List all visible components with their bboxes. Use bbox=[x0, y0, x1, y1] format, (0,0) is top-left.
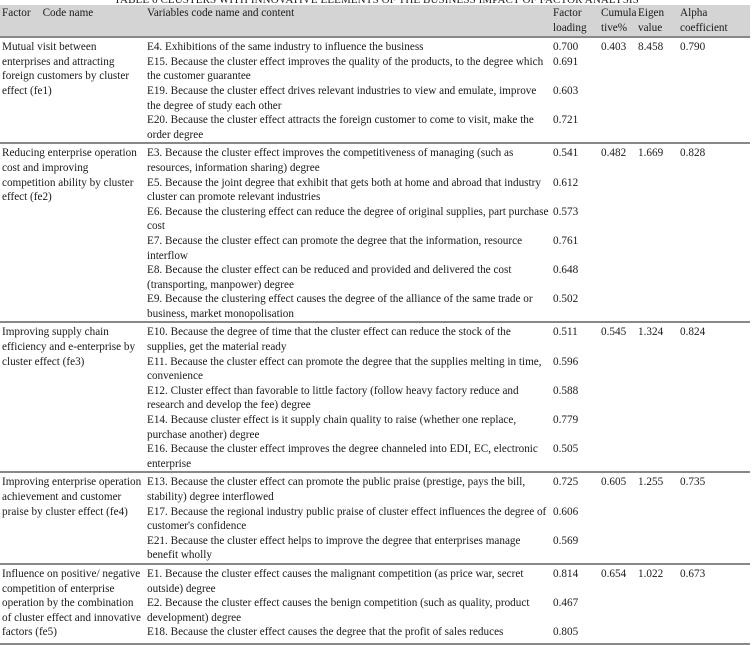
alpha-coefficient: 0.790 bbox=[680, 41, 706, 54]
variable-content: E18. Because the cluster effect causes t… bbox=[147, 626, 504, 639]
variable-content: E5. Because the joint degree that exhibi… bbox=[147, 176, 541, 204]
factor-code-name: Reducing enterprise operation cost and i… bbox=[0, 142, 145, 323]
factor-loading: 0.612 bbox=[553, 176, 579, 189]
factor-code-name: Improving enterprise operation achieveme… bbox=[0, 471, 145, 564]
alpha-coefficient: 0.735 bbox=[678, 471, 750, 564]
alpha-coefficient: 0.828 bbox=[678, 142, 750, 323]
cumulative-percent: 0.605 bbox=[599, 471, 636, 564]
header-alpha-coefficient: Alpha coefficient bbox=[678, 5, 750, 39]
factor-loading: 0.541 bbox=[551, 142, 599, 176]
variable-content: E14. Because cluster effect is it supply… bbox=[147, 414, 517, 441]
factor-loading: 0.573 bbox=[553, 205, 579, 218]
factor-loading: 0.569 bbox=[553, 534, 579, 547]
variable-content: E16. Because the cluster effect improves… bbox=[147, 443, 538, 470]
table-row: Influence on positive/ negative competit… bbox=[0, 562, 750, 644]
header-factor-codename: Factor Code name bbox=[0, 5, 145, 39]
factor-code-name: Improving supply chain efficiency and e-… bbox=[0, 321, 145, 473]
table-row: Improving enterprise operation achieveme… bbox=[0, 471, 750, 564]
factor-loading: 0.511 bbox=[551, 321, 599, 355]
cumulative-percent: 0.403 bbox=[601, 41, 627, 54]
variable-content: E4. Exhibitions of the same industry to … bbox=[147, 41, 424, 54]
variable-content: E12. Cluster effect than favorable to li… bbox=[147, 384, 519, 412]
table-header: Factor Code name Variables code name and … bbox=[0, 5, 750, 39]
factor-loading: 0.502 bbox=[553, 293, 579, 306]
table-row: Reducing enterprise operation cost and i… bbox=[0, 142, 750, 323]
factor-loading: 0.761 bbox=[553, 234, 579, 247]
alpha-coefficient: 0.824 bbox=[678, 321, 750, 473]
header-variables: Variables code name and content bbox=[145, 5, 551, 39]
factor-loading: 0.505 bbox=[553, 443, 579, 456]
header-factor: Factor bbox=[2, 7, 31, 19]
factor-loading: 0.691 bbox=[553, 55, 579, 68]
variable-content: E20. Because the cluster effect attracts… bbox=[147, 114, 534, 141]
variable-content: E10. Because the degree of time that the… bbox=[145, 321, 551, 355]
header-loading-line2: loading bbox=[553, 21, 587, 34]
factor-loading: 0.779 bbox=[553, 414, 579, 427]
variable-content: E17. Because the regional industry publi… bbox=[147, 505, 547, 533]
header-eigen-value: Eigen value bbox=[636, 5, 678, 39]
cumulative-percent: 0.545 bbox=[599, 321, 636, 473]
header-factor-loading: Factor loading bbox=[551, 5, 599, 39]
factor-code-name: Influence on positive/ negative competit… bbox=[0, 562, 145, 644]
alpha-coefficient: 0.673 bbox=[678, 562, 750, 644]
header-alpha-line1: Alpha bbox=[680, 7, 708, 19]
header-eigen-line2: value bbox=[638, 21, 663, 34]
variable-content: E19. Because the cluster effect drives r… bbox=[147, 84, 537, 112]
header-cumulative-line2: tive% bbox=[601, 21, 628, 34]
header-loading-line1: Factor bbox=[553, 7, 582, 19]
cumulative-percent: 0.482 bbox=[599, 142, 636, 323]
factor-code-name: Mutual visit between enterprises and att… bbox=[2, 41, 130, 97]
header-code-name: Code name bbox=[42, 7, 94, 19]
eigen-value: 1.255 bbox=[636, 471, 678, 564]
variable-content: E2. Because the cluster effect causes th… bbox=[147, 597, 530, 624]
header-eigen-line1: Eigen bbox=[638, 7, 665, 19]
eigen-value: 1.669 bbox=[636, 142, 678, 323]
variable-content: E1. Because the cluster effect causes th… bbox=[145, 562, 551, 597]
table-body: Mutual visit between enterprises and att… bbox=[0, 37, 750, 644]
variable-content: E6. Because the clustering effect can re… bbox=[147, 205, 549, 233]
variable-content: E7. Because the cluster effect can promo… bbox=[147, 234, 523, 262]
eigen-value: 1.324 bbox=[636, 321, 678, 473]
variable-content: E3. Because the cluster effect improves … bbox=[145, 142, 551, 176]
variable-content: E11. Because the cluster effect can prom… bbox=[147, 355, 542, 383]
header-cumulative-line1: Cumula bbox=[601, 7, 637, 19]
variable-content: E15. Because the cluster effect improves… bbox=[147, 55, 544, 83]
factor-analysis-table: Factor Code name Variables code name and … bbox=[0, 5, 750, 645]
table-row: Improving supply chain efficiency and e-… bbox=[0, 321, 750, 473]
factor-loading: 0.814 bbox=[551, 562, 599, 597]
eigen-value: 8.458 bbox=[638, 41, 664, 54]
factor-loading: 0.588 bbox=[553, 384, 579, 397]
factor-loading: 0.700 bbox=[553, 41, 579, 54]
eigen-value: 1.022 bbox=[636, 562, 678, 644]
header-cumulative: Cumula tive% bbox=[599, 5, 637, 39]
factor-loading: 0.603 bbox=[553, 84, 579, 97]
variable-content: E13. Because the cluster effect can prom… bbox=[145, 471, 551, 505]
variable-content: E21. Because the cluster effect helps to… bbox=[147, 534, 521, 562]
table-row: Mutual visit between enterprises and att… bbox=[0, 37, 750, 97]
header-row: Factor Code name Variables code name and … bbox=[0, 5, 750, 39]
cumulative-percent: 0.654 bbox=[599, 562, 636, 644]
factor-loading: 0.606 bbox=[553, 505, 579, 518]
factor-loading: 0.725 bbox=[551, 471, 599, 505]
factor-loading: 0.805 bbox=[553, 626, 579, 639]
factor-loading: 0.596 bbox=[553, 355, 579, 368]
header-alpha-line2: coefficient bbox=[680, 21, 728, 34]
factor-loading: 0.467 bbox=[553, 597, 579, 610]
factor-loading: 0.648 bbox=[553, 264, 579, 277]
variable-content: E9. Because the clustering effect causes… bbox=[147, 293, 533, 320]
variable-content: E8. Because the cluster effect can be re… bbox=[147, 264, 512, 291]
factor-loading: 0.721 bbox=[553, 114, 579, 127]
